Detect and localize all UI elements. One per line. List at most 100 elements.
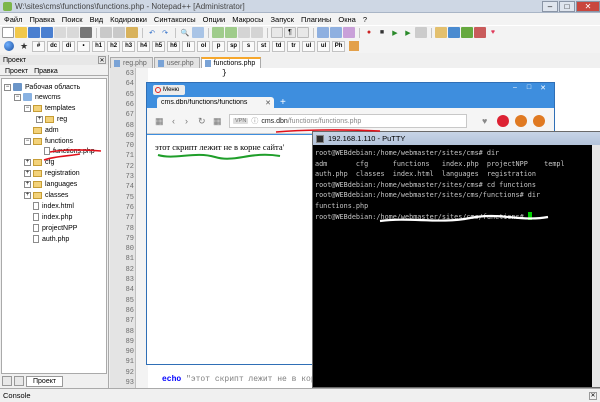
grid-icon[interactable]: ▦ <box>155 116 164 127</box>
menu-edit[interactable]: Правка <box>29 15 54 24</box>
tag-button[interactable]: sp <box>227 40 241 52</box>
word-wrap-icon[interactable] <box>271 27 283 38</box>
terminal-output[interactable]: root@WEBdebian:/home/webmaster/sites/cms… <box>315 148 565 222</box>
undo-icon[interactable]: ↶ <box>146 27 158 38</box>
tag-button[interactable]: h2 <box>107 40 121 52</box>
tab-project[interactable]: Проект <box>26 375 64 387</box>
tree-item-templates[interactable]: − templates <box>24 103 75 113</box>
tab-reg-php[interactable]: reg.php <box>110 57 153 68</box>
folder-workspace-icon[interactable] <box>343 27 355 38</box>
sync-v-icon[interactable] <box>238 27 250 38</box>
menu-file[interactable]: Файл <box>4 15 22 24</box>
speed-dial-icon[interactable]: ▦ <box>213 116 222 127</box>
paste-icon[interactable] <box>126 27 138 38</box>
adblock-icon[interactable] <box>497 115 509 127</box>
record-macro-icon[interactable]: ● <box>363 27 375 38</box>
extension-icon[interactable] <box>533 115 545 127</box>
close-icon[interactable]: ✕ <box>589 391 597 400</box>
tag-button[interactable]: ul <box>302 40 316 52</box>
menu-run[interactable]: Запуск <box>271 15 294 24</box>
copy-icon[interactable] <box>113 27 125 38</box>
print-icon[interactable] <box>80 27 92 38</box>
globe-icon[interactable] <box>4 41 14 51</box>
menu-language[interactable]: Синтаксисы <box>154 15 196 24</box>
expand-icon[interactable]: + <box>24 191 31 199</box>
tree-item-classes[interactable]: + classes <box>24 190 68 200</box>
tag-button[interactable]: li <box>182 40 196 52</box>
browser-tab[interactable]: cms.dbn/functions/functions ✕ <box>157 97 274 108</box>
tag-button[interactable]: di <box>62 40 76 52</box>
new-tab-button[interactable]: + <box>280 97 286 108</box>
tag-button[interactable]: s <box>242 40 256 52</box>
doc-map-icon[interactable] <box>317 27 329 38</box>
tree-item-registration[interactable]: + registration <box>24 168 80 178</box>
close-icon[interactable]: ✕ <box>98 56 106 64</box>
cut-icon[interactable] <box>100 27 112 38</box>
putty-scrollbar[interactable] <box>592 145 600 387</box>
tag-button[interactable]: h5 <box>152 40 166 52</box>
tree-item-adm[interactable]: adm <box>33 125 59 135</box>
star-icon[interactable]: ★ <box>20 41 28 52</box>
maximize-button[interactable]: □ <box>559 0 575 12</box>
run-macro-multiple-icon[interactable]: ▶ <box>402 27 414 38</box>
find-icon[interactable]: 🔍 <box>179 27 191 38</box>
heart-icon[interactable]: ♥ <box>482 116 487 126</box>
tag-button[interactable]: tr <box>287 40 301 52</box>
back-icon[interactable]: ‹ <box>172 116 175 126</box>
tag-button[interactable]: # <box>32 40 46 52</box>
heart-icon[interactable]: ♥ <box>487 27 499 38</box>
tree-item-reg[interactable]: + reg <box>36 114 67 124</box>
tag-button[interactable]: p <box>212 40 226 52</box>
extension-icon[interactable] <box>515 115 527 127</box>
tree-item-newcms[interactable]: − newcms <box>14 92 61 102</box>
opera-menu-button[interactable]: Меню <box>153 85 185 95</box>
tag-button[interactable]: h1 <box>92 40 106 52</box>
minimize-button[interactable]: – <box>542 0 558 12</box>
function-list-icon[interactable] <box>330 27 342 38</box>
tree-item-functions[interactable]: − functions <box>24 136 73 146</box>
menu-plugins[interactable]: Плагины <box>301 15 331 24</box>
save-icon[interactable] <box>28 27 40 38</box>
browser-minimize-button[interactable]: – <box>508 83 522 92</box>
reload-icon[interactable]: ↻ <box>198 116 206 127</box>
expand-icon[interactable]: + <box>24 169 31 177</box>
forward-icon[interactable]: › <box>185 116 188 126</box>
tree-item-languages[interactable]: + languages <box>24 179 77 189</box>
vpn-badge[interactable]: VPN <box>233 118 249 124</box>
save-all-icon[interactable] <box>41 27 53 38</box>
collapse-icon[interactable]: − <box>4 83 11 91</box>
tag-button[interactable]: ul <box>317 40 331 52</box>
tag-button[interactable]: dc <box>47 40 61 52</box>
tree-item-index-php[interactable]: index.php <box>33 212 72 222</box>
redo-icon[interactable]: ↷ <box>159 27 171 38</box>
tree-item-index-html[interactable]: index.html <box>33 201 74 211</box>
collapse-icon[interactable]: − <box>24 104 31 112</box>
indent-guide-icon[interactable] <box>297 27 309 38</box>
tag-button[interactable]: h6 <box>167 40 181 52</box>
save-macro-icon[interactable] <box>415 27 427 38</box>
browser-close-button[interactable]: ✕ <box>536 83 550 92</box>
tree-item-functions-php[interactable]: functions.php <box>44 146 95 156</box>
close-tab-icon[interactable]: ✕ <box>265 99 271 107</box>
tag-button[interactable]: • <box>77 40 91 52</box>
menu-view[interactable]: Вид <box>90 15 104 24</box>
menu-help[interactable]: ? <box>363 15 367 24</box>
menu-macro[interactable]: Макросы <box>232 15 263 24</box>
plugin-icon[interactable] <box>474 27 486 38</box>
info-icon[interactable]: ⓘ <box>251 116 258 126</box>
new-file-icon[interactable] <box>2 27 14 38</box>
doc-switcher-icon[interactable] <box>2 376 12 386</box>
replace-icon[interactable] <box>192 27 204 38</box>
play-macro-icon[interactable]: ▶ <box>389 27 401 38</box>
panel-menu-project[interactable]: Проект <box>2 68 31 75</box>
zoom-out-icon[interactable] <box>225 27 237 38</box>
expand-icon[interactable]: + <box>24 180 31 188</box>
tab-user-php[interactable]: user.php <box>153 57 200 68</box>
tab-functions-php[interactable]: functions.php <box>200 57 262 68</box>
plugin-icon[interactable] <box>435 27 447 38</box>
tag-button[interactable]: Ph <box>332 40 346 52</box>
address-bar[interactable]: VPN ⓘ cms.dbn/functions/functions.php <box>229 114 467 128</box>
zoom-in-icon[interactable] <box>212 27 224 38</box>
plugin-icon[interactable] <box>349 41 360 51</box>
expand-icon[interactable]: + <box>36 115 43 123</box>
